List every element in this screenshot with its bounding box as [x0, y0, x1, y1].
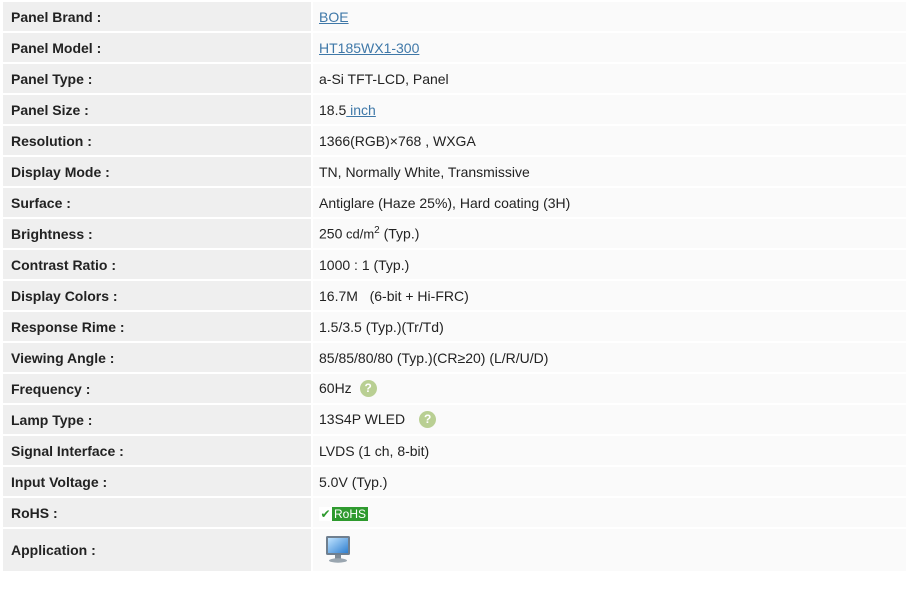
row-label: Viewing Angle :	[3, 343, 311, 372]
help-icon[interactable]: ?	[359, 380, 377, 398]
table-row: Input Voltage : 5.0V (Typ.)	[3, 467, 906, 496]
table-row: Resolution : 1366(RGB)×768 , WXGA	[3, 126, 906, 155]
row-label: Frequency :	[3, 374, 311, 403]
frequency-value: 60Hz	[319, 379, 352, 396]
row-label: Panel Brand :	[3, 2, 311, 31]
check-icon: ✔	[319, 506, 332, 521]
table-row: Display Mode : TN, Normally White, Trans…	[3, 157, 906, 186]
row-value: LVDS (1 ch, 8-bit)	[313, 436, 906, 465]
row-value: 1000 : 1 (Typ.)	[313, 250, 906, 279]
table-row: Brightness : 250 cd/m2 (Typ.)	[3, 219, 906, 248]
panel-size-value: 18.5	[319, 101, 347, 118]
row-value: 18.5 inch	[313, 95, 906, 124]
rohs-badge-text: RoHS	[334, 506, 367, 521]
table-row: Viewing Angle : 85/85/80/80 (Typ.)(CR≥20…	[3, 343, 906, 372]
table-row: Surface : Antiglare (Haze 25%), Hard coa…	[3, 188, 906, 217]
row-value: 13S4P WLED?	[313, 405, 906, 434]
row-label: Display Colors :	[3, 281, 311, 310]
table-row: Panel Brand : BOE	[3, 2, 906, 31]
row-value: 5.0V (Typ.)	[313, 467, 906, 496]
row-label: Display Mode :	[3, 157, 311, 186]
help-icon[interactable]: ?	[419, 411, 437, 429]
rohs-badge: ✔ RoHS	[319, 506, 369, 521]
table-row: Application :	[3, 529, 906, 571]
row-value: 16.7M (6-bit + Hi-FRC)	[313, 281, 906, 310]
row-value	[313, 529, 906, 571]
table-row: Response Rime : 1.5/3.5 (Typ.)(Tr/Td)	[3, 312, 906, 341]
row-label: Panel Type :	[3, 64, 311, 93]
table-row: Lamp Type : 13S4P WLED?	[3, 405, 906, 434]
row-label: RoHS :	[3, 498, 311, 527]
row-value: a-Si TFT-LCD, Panel	[313, 64, 906, 93]
table-row: Contrast Ratio : 1000 : 1 (Typ.)	[3, 250, 906, 279]
row-value: BOE	[313, 2, 906, 31]
lamp-type-value: 13S4P WLED	[319, 410, 406, 427]
row-label: Signal Interface :	[3, 436, 311, 465]
row-value: 250 cd/m2 (Typ.)	[313, 219, 906, 248]
table-row: Display Colors : 16.7M (6-bit + Hi-FRC)	[3, 281, 906, 310]
row-label: Contrast Ratio :	[3, 250, 311, 279]
table-row: Frequency : 60Hz?	[3, 374, 906, 403]
table-row: Panel Type : a-Si TFT-LCD, Panel	[3, 64, 906, 93]
panel-model-link[interactable]: HT185WX1-300	[319, 40, 419, 56]
inch-link[interactable]: inch	[346, 102, 376, 118]
row-value: TN, Normally White, Transmissive	[313, 157, 906, 186]
brightness-unit: cd/m	[342, 226, 375, 242]
row-label: Brightness :	[3, 219, 311, 248]
brightness-value: 250	[319, 225, 343, 242]
row-value: ✔ RoHS	[313, 498, 906, 527]
row-value: Antiglare (Haze 25%), Hard coating (3H)	[313, 188, 906, 217]
brightness-suffix: (Typ.)	[379, 225, 420, 242]
row-label: Surface :	[3, 188, 311, 217]
row-value: 85/85/80/80 (Typ.)(CR≥20) (L/R/U/D)	[313, 343, 906, 372]
row-label: Panel Size :	[3, 95, 311, 124]
panel-brand-link[interactable]: BOE	[319, 9, 349, 25]
spec-table: Panel Brand : BOE Panel Model : HT185WX1…	[1, 0, 908, 573]
row-value: 60Hz?	[313, 374, 906, 403]
table-row: RoHS : ✔ RoHS	[3, 498, 906, 527]
row-label: Resolution :	[3, 126, 311, 155]
row-value: 1.5/3.5 (Typ.)(Tr/Td)	[313, 312, 906, 341]
row-label: Application :	[3, 529, 311, 571]
row-label: Panel Model :	[3, 33, 311, 62]
table-row: Signal Interface : LVDS (1 ch, 8-bit)	[3, 436, 906, 465]
row-label: Input Voltage :	[3, 467, 311, 496]
row-value: HT185WX1-300	[313, 33, 906, 62]
row-label: Lamp Type :	[3, 405, 311, 434]
table-row: Panel Model : HT185WX1-300	[3, 33, 906, 62]
table-row: Panel Size : 18.5 inch	[3, 95, 906, 124]
row-value: 1366(RGB)×768 , WXGA	[313, 126, 906, 155]
monitor-icon	[325, 534, 351, 567]
row-label: Response Rime :	[3, 312, 311, 341]
